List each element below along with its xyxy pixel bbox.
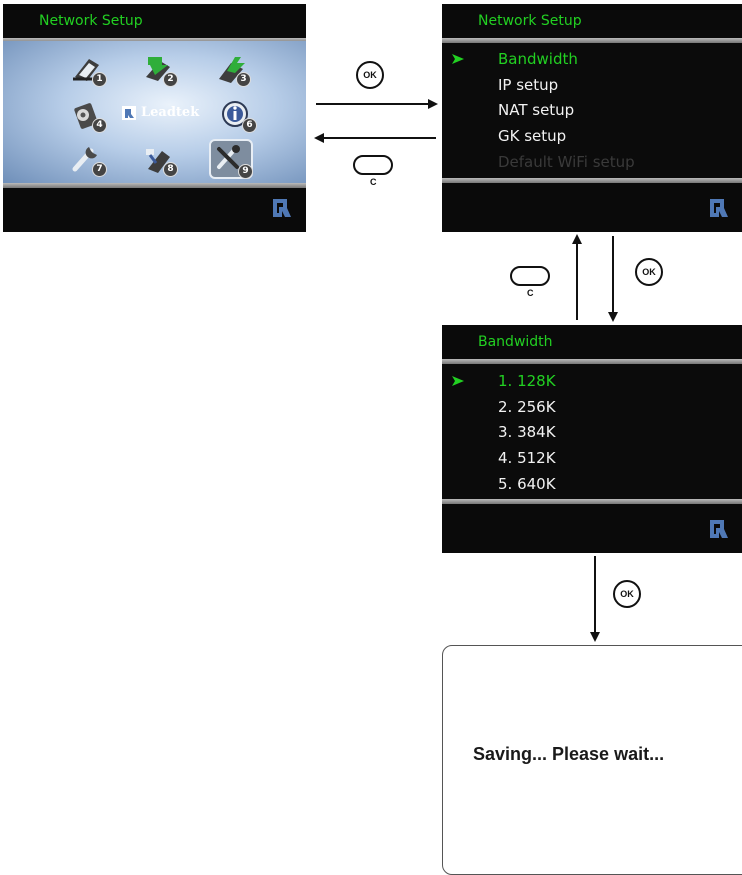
settings-gear-icon[interactable]: 4 bbox=[69, 99, 107, 133]
title-separator bbox=[442, 38, 742, 43]
saving-message: Saving... Please wait... bbox=[473, 744, 665, 764]
c-key[interactable] bbox=[353, 155, 393, 175]
tile-number: 9 bbox=[238, 164, 253, 179]
c-key-label: C bbox=[370, 177, 377, 187]
tile-number: 2 bbox=[163, 72, 178, 87]
screen-title: Bandwidth bbox=[442, 325, 742, 359]
tile-number: 7 bbox=[92, 162, 107, 177]
menu-item-default-wifi-setup[interactable]: Default WiFi setup bbox=[498, 153, 635, 171]
bandwidth-option-256k[interactable]: 2. 256K bbox=[498, 398, 556, 416]
leadtek-brand-icon bbox=[273, 199, 291, 217]
bandwidth-option-640k[interactable]: 5. 640K bbox=[498, 475, 556, 493]
leadtek-brand-icon bbox=[710, 520, 728, 538]
incoming-call-icon[interactable]: 2 bbox=[140, 53, 178, 87]
c-key[interactable] bbox=[510, 266, 550, 286]
bandwidth-option-128k[interactable]: 1. 128K bbox=[498, 372, 556, 390]
icon-grid: 1 2 3 4 Leadtek 6 7 8 9 bbox=[3, 41, 306, 183]
tile-number: 6 bbox=[242, 118, 257, 133]
tile-number: 3 bbox=[236, 72, 251, 87]
selection-arrow-icon bbox=[452, 376, 464, 386]
selection-arrow-icon bbox=[452, 54, 464, 64]
network-setup-icon[interactable]: 9 bbox=[209, 139, 253, 179]
menu-item-bandwidth[interactable]: Bandwidth bbox=[498, 50, 578, 68]
saving-dialog: Saving... Please wait... bbox=[442, 645, 742, 875]
logo-text: Leadtek bbox=[141, 105, 200, 120]
network-setup-icon-screen: Network Setup 1 2 3 4 Leadtek 6 7 8 9 bbox=[3, 4, 306, 232]
info-icon[interactable]: 6 bbox=[219, 99, 257, 133]
bandwidth-option-512k[interactable]: 4. 512K bbox=[498, 449, 556, 467]
c-key-label: C bbox=[527, 288, 534, 298]
screen-footer bbox=[442, 183, 742, 232]
screen-title: Network Setup bbox=[442, 4, 742, 38]
ok-key[interactable]: OK bbox=[613, 580, 641, 608]
ok-key[interactable]: OK bbox=[635, 258, 663, 286]
bandwidth-option-384k[interactable]: 3. 384K bbox=[498, 423, 556, 441]
screen-title: Network Setup bbox=[3, 4, 306, 38]
network-icon[interactable]: 8 bbox=[140, 143, 178, 177]
menu-item-gk-setup[interactable]: GK setup bbox=[498, 127, 566, 145]
menu-item-ip-setup[interactable]: IP setup bbox=[498, 76, 558, 94]
tile-number: 8 bbox=[163, 162, 178, 177]
screen-footer bbox=[3, 188, 306, 232]
tools-icon[interactable]: 7 bbox=[69, 143, 107, 177]
bandwidth-menu-screen: Bandwidth 1. 128K 2. 256K 3. 384K 4. 512… bbox=[442, 325, 742, 553]
leadtek-logo: Leadtek bbox=[121, 103, 199, 123]
phonebook-icon[interactable]: 1 bbox=[69, 53, 107, 87]
menu-item-nat-setup[interactable]: NAT setup bbox=[498, 101, 574, 119]
leadtek-brand-icon bbox=[710, 199, 728, 217]
tile-number: 4 bbox=[92, 118, 107, 133]
screen-footer bbox=[442, 504, 742, 553]
outgoing-call-icon[interactable]: 3 bbox=[213, 53, 251, 87]
network-setup-menu-screen: Network Setup Bandwidth IP setup NAT set… bbox=[442, 4, 742, 232]
tile-number: 1 bbox=[92, 72, 107, 87]
ok-key[interactable]: OK bbox=[356, 61, 384, 89]
title-separator bbox=[442, 359, 742, 364]
